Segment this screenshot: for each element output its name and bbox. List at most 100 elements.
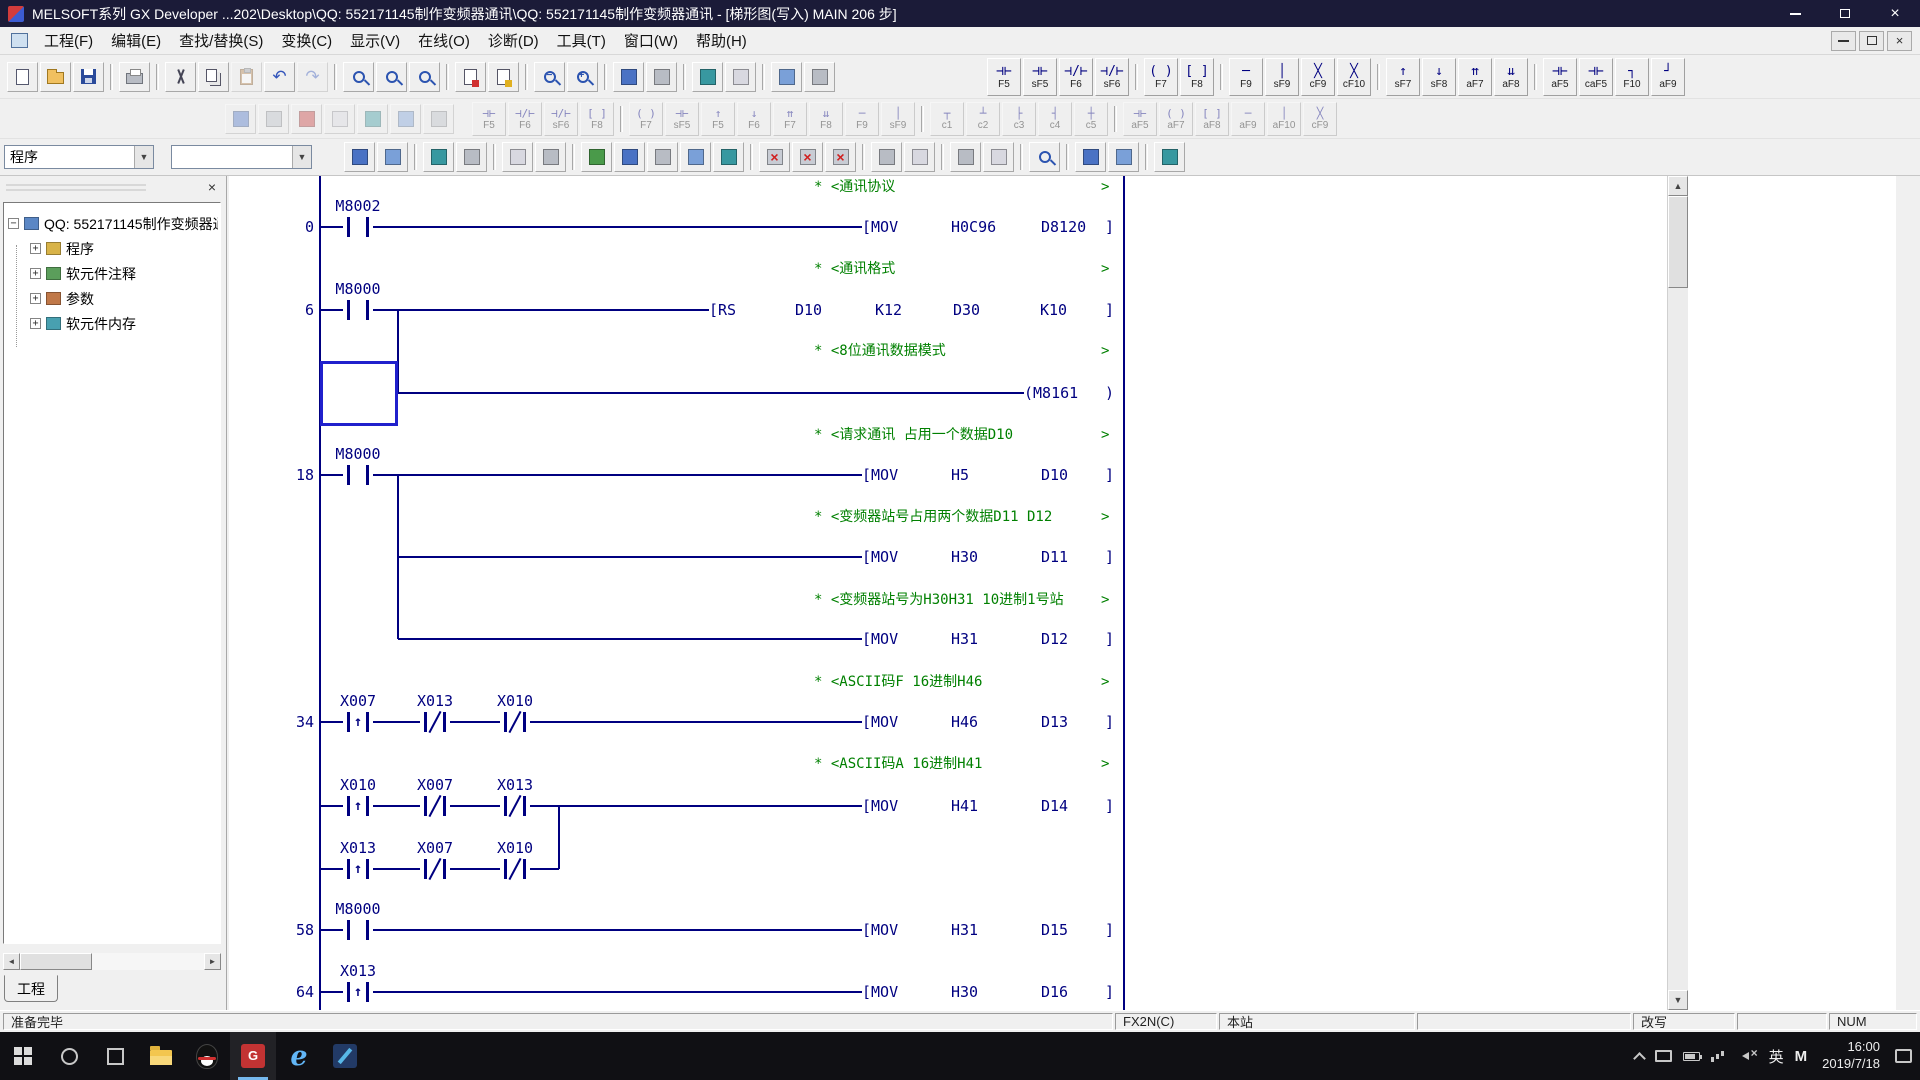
file-explorer-taskbar-button[interactable] (138, 1032, 184, 1080)
copy-button[interactable] (198, 62, 229, 92)
monitor-write-mode-button[interactable] (614, 142, 645, 172)
write-mode-button[interactable] (680, 142, 711, 172)
task-view-taskbar-button[interactable] (92, 1032, 138, 1080)
menu-item-3[interactable]: 变换(C) (272, 26, 341, 55)
delete-column-button[interactable] (983, 142, 1014, 172)
help-button[interactable] (804, 62, 835, 92)
tree-item-expander[interactable]: + (30, 243, 41, 254)
minimize-button[interactable] (1770, 0, 1820, 27)
gx-developer-taskbar-button[interactable]: G (230, 1032, 276, 1080)
ladder-symbol-sF6-button[interactable]: ⊣/⊢sF6 (1095, 58, 1129, 96)
coil-M8161[interactable]: (M8161 (1024, 383, 1078, 403)
action-center-icon[interactable] (1895, 1049, 1912, 1063)
ladder-monitor-mark-button[interactable] (488, 62, 519, 92)
tree-item-2[interactable]: +参数 (8, 286, 218, 311)
grid-display-button[interactable] (535, 142, 566, 172)
edit-delete-button[interactable] (825, 142, 856, 172)
insert-row-button[interactable] (871, 142, 902, 172)
qq-taskbar-button[interactable] (184, 1032, 230, 1080)
ladder-symbol-aF7-button[interactable]: ⇈aF7 (1458, 58, 1492, 96)
ladder-symbol-F8-button[interactable]: [ ]F8 (1180, 58, 1214, 96)
ladder-monitor-start-button[interactable] (581, 142, 612, 172)
pinned-app-dark-taskbar-button[interactable] (322, 1032, 368, 1080)
ladder-symbol-F7-button[interactable]: ( )F7 (1144, 58, 1178, 96)
ladder-symbol-F10-button[interactable]: ┐F10 (1615, 58, 1649, 96)
menu-item-7[interactable]: 工具(T) (548, 26, 615, 55)
instruction-MOV[interactable]: [MOV (862, 217, 898, 237)
contact-M8002[interactable] (343, 216, 373, 238)
hscroll-track[interactable] (20, 953, 204, 970)
tree-root-expander[interactable]: − (8, 218, 19, 229)
mdi-child-icon[interactable] (11, 33, 28, 48)
ladder-symbol-sF5-button[interactable]: ⊣⊢sF5 (1023, 58, 1057, 96)
instruction-MOV[interactable]: [MOV (862, 547, 898, 567)
tree-item-expander[interactable]: + (30, 293, 41, 304)
menu-item-2[interactable]: 查找/替换(S) (170, 26, 272, 55)
dock-grip[interactable] (6, 184, 146, 191)
zoom-out-button[interactable] (534, 62, 565, 92)
contact-X007[interactable] (420, 858, 450, 880)
instruction-MOV[interactable]: [MOV (862, 796, 898, 816)
save-project-button[interactable] (73, 62, 104, 92)
print-button[interactable] (119, 62, 150, 92)
tray-expand-icon[interactable] (1633, 1052, 1646, 1065)
tree-root-item[interactable]: −QQ: 552171145制作变频器通讯 (8, 211, 218, 236)
contact-M8000[interactable] (343, 464, 373, 486)
internet-explorer-taskbar-button[interactable]: e (276, 1032, 322, 1080)
hscroll-thumb[interactable] (20, 953, 92, 970)
hscroll-left-button[interactable]: ◄ (3, 953, 20, 970)
menu-item-1[interactable]: 编辑(E) (102, 26, 170, 55)
read-mode-button[interactable] (647, 142, 678, 172)
mdi-close-button[interactable]: × (1887, 31, 1912, 51)
battery-status-icon[interactable] (1683, 1052, 1700, 1061)
monitor-mode-button[interactable] (713, 142, 744, 172)
screen-switch-button[interactable] (1154, 142, 1185, 172)
contact-X007[interactable] (420, 795, 450, 817)
ladder-symbol-caF5-button[interactable]: ⊣⊢caF5 (1579, 58, 1613, 96)
device-find-button[interactable] (409, 62, 440, 92)
instruction-MOV[interactable]: [MOV (862, 712, 898, 732)
new-project-button[interactable] (7, 62, 38, 92)
network-status-icon[interactable] (1711, 1050, 1727, 1062)
instruction-list-button[interactable] (692, 62, 723, 92)
language-indicator[interactable]: 英 (1769, 1046, 1784, 1067)
program-next-button[interactable] (1108, 142, 1139, 172)
delete-row-button[interactable] (904, 142, 935, 172)
contact-X010[interactable] (500, 711, 530, 733)
instruction-MOV[interactable]: [MOV (862, 982, 898, 1002)
instruction-RS[interactable]: [RS (709, 300, 736, 320)
ladder-editor[interactable]: * <通讯协议>0M8002[MOVH0C96D8120]* <通讯格式>6M8… (229, 176, 1896, 1010)
scroll-down-button[interactable]: ▼ (1668, 990, 1688, 1010)
menu-item-9[interactable]: 帮助(H) (687, 26, 756, 55)
instruction-MOV[interactable]: [MOV (862, 465, 898, 485)
mdi-restore-button[interactable] (1859, 31, 1884, 51)
open-project-button[interactable] (40, 62, 71, 92)
ladder-symbol-F6-button[interactable]: ⊣/⊢F6 (1059, 58, 1093, 96)
tree-close-button[interactable]: × (203, 178, 221, 196)
contact-X010[interactable] (500, 858, 530, 880)
contact-X013[interactable] (500, 795, 530, 817)
ladder-symbol-aF5-button[interactable]: ⊣⊢aF5 (1543, 58, 1577, 96)
mdi-minimize-button[interactable] (1831, 31, 1856, 51)
close-button[interactable]: × (1870, 0, 1920, 27)
note-display-button[interactable] (423, 142, 454, 172)
vscroll-track[interactable] (1668, 196, 1688, 990)
monitor-stop-button[interactable] (759, 142, 790, 172)
find-button[interactable] (343, 62, 374, 92)
ladder-symbol-aF8-button[interactable]: ⇊aF8 (1494, 58, 1528, 96)
menu-item-5[interactable]: 在线(O) (409, 26, 479, 55)
instruction-MOV[interactable]: [MOV (862, 629, 898, 649)
ladder-edit-mark-button[interactable] (455, 62, 486, 92)
tree-item-3[interactable]: +软元件内存 (8, 311, 218, 336)
window-arrange-button[interactable] (646, 62, 677, 92)
tree-item-expander[interactable]: + (30, 318, 41, 329)
ladder-symbol-F9-button[interactable]: ─F9 (1229, 58, 1263, 96)
zoom-in-button[interactable] (567, 62, 598, 92)
ladder-symbol-sF7-button[interactable]: ↑sF7 (1386, 58, 1420, 96)
contact-M8000[interactable] (343, 299, 373, 321)
contact-X010[interactable]: ↑ (343, 795, 373, 817)
project-tab[interactable]: 工程 (4, 975, 58, 1002)
program-check-button[interactable] (771, 62, 802, 92)
ladder-symbol-sF8-button[interactable]: ↓sF8 (1422, 58, 1456, 96)
hscroll-right-button[interactable]: ► (204, 953, 221, 970)
